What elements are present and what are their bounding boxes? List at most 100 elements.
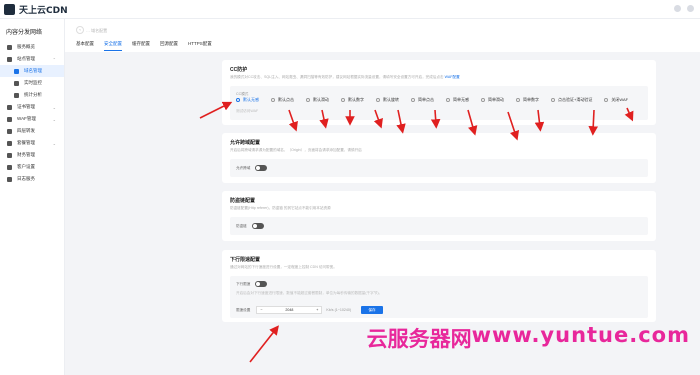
hotlink-toggle[interactable] <box>251 223 264 229</box>
finance-icon <box>7 152 12 158</box>
package-icon <box>7 140 12 146</box>
logo[interactable]: 天上云CDN <box>4 3 68 16</box>
domain-icon <box>14 68 19 74</box>
sidebar-item-monitor[interactable]: 实时监控 <box>0 77 64 89</box>
ratelimit-toggle-row: 下行限速 <box>236 281 268 287</box>
tab-bar: 基本配置 安全配置 缓存配置 回源配置 HTTPS配置 <box>76 41 212 51</box>
hotlink-panel: 防盗链 <box>230 217 648 235</box>
radio-dot <box>341 98 345 102</box>
customer-icon <box>7 164 12 170</box>
radio-dot <box>236 98 240 102</box>
sidebar-item-cert[interactable]: 证书管理 ⌄ <box>0 101 64 113</box>
radio-option[interactable]: 简单无感 <box>446 97 469 103</box>
watermark-cn: 云服务器网 <box>366 327 472 351</box>
logo-icon <box>4 4 15 15</box>
cc-desc: 我的模式对CC攻击、SQL注入、网站爬虫、漏洞扫描等有效防护，建议网站根据实际流… <box>230 75 460 79</box>
cors-desc: 开启后将跨域请求源为配置的域名，（Origin），页面将会请求添加配置，请慎开启 <box>230 148 362 152</box>
cors-toggle-label: 允许跨域 <box>236 165 251 170</box>
hotlink-desc: 防盗链配置(Http referer)，防盗链 的其它站点不能引用本站资源 <box>230 206 331 210</box>
radio-option[interactable]: 简单滑动 <box>481 97 504 103</box>
back-icon[interactable]: ‹ <box>76 26 84 34</box>
user-icon[interactable] <box>674 5 681 12</box>
top-right-actions <box>674 5 694 12</box>
cc-radio-group: 默认无感 默认点击 默认滑动 默认数字 默认旋转 简单点击 简单无感 简单滑动 … <box>236 97 640 103</box>
cors-card: 允许跨域配置 开启后将跨域请求源为配置的域名，（Origin），页面将会请求添加… <box>222 133 656 183</box>
page-header: ‹ … 域名配置 基本配置 安全配置 缓存配置 回源配置 HTTPS配置 <box>65 19 700 52</box>
ratelimit-value[interactable]: 2048 <box>285 308 293 312</box>
avatar[interactable] <box>687 5 694 12</box>
radio-dot <box>271 98 275 102</box>
chevron-down-icon: ⌄ <box>52 141 56 146</box>
radio-dot <box>446 98 450 102</box>
hotlink-toggle-label: 防盗链 <box>236 223 247 228</box>
plus-icon[interactable]: + <box>316 308 318 312</box>
cors-toggle-row: 允许跨域 <box>236 165 268 171</box>
tab-cache[interactable]: 缓存配置 <box>132 41 150 51</box>
minus-icon[interactable]: − <box>260 308 262 312</box>
ratelimit-stepper[interactable]: − 2048 + <box>256 306 323 314</box>
ratelimit-row: 限速设置 − 2048 + Kb/s (1~10240) 保存 <box>236 306 384 314</box>
tab-origin[interactable]: 回源配置 <box>160 41 178 51</box>
sidebar-title: 内容分发网络 <box>6 30 43 36</box>
overview-icon <box>7 44 12 50</box>
cors-toggle[interactable] <box>255 165 268 171</box>
sidebar-item-l4[interactable]: 四层转发 <box>0 125 64 137</box>
radio-option[interactable]: 点击验证+滑动验证 <box>551 97 592 103</box>
hotlink-card: 防盗链配置 防盗链配置(Http referer)，防盗链 的其它站点不能引用本… <box>222 191 656 241</box>
save-button[interactable]: 保存 <box>361 306 384 314</box>
radio-dot <box>306 98 310 102</box>
radio-option[interactable]: 默认点击 <box>271 97 294 103</box>
ratelimit-toggle-label: 下行限速 <box>236 281 251 286</box>
ratelimit-panel: 下行限速 开启后会对下行速度进行限速，数值不能超过套餐限制，单位为每秒传输的数据… <box>230 276 648 318</box>
radio-option[interactable]: 默认无感 <box>236 97 259 103</box>
ratelimit-unit: Kb/s (1~10240) <box>326 308 352 312</box>
hotlink-title: 防盗链配置 <box>230 198 256 204</box>
tab-security[interactable]: 安全配置 <box>104 41 122 51</box>
ratelimit-desc: 通过对网站的下行速度进行设置，一定程度上控制 CDN 访问带宽。 <box>230 265 337 269</box>
stats-icon <box>14 92 19 98</box>
ratelimit-card: 下行限速配置 通过对网站的下行速度进行设置，一定程度上控制 CDN 访问带宽。 … <box>222 250 656 322</box>
radio-dot <box>551 98 555 102</box>
hotlink-toggle-row: 防盗链 <box>236 223 264 229</box>
cors-panel: 允许跨域 <box>230 159 648 177</box>
sidebar-item-overview[interactable]: 服务概览 <box>0 41 64 53</box>
domain-name: … 域名配置 <box>86 28 108 33</box>
waf-icon <box>7 116 12 122</box>
cc-options-panel: CC模式 默认无感 默认点击 默认滑动 默认数字 默认旋转 简单点击 简单无感 … <box>230 86 648 120</box>
cc-card: CC防护 我的模式对CC攻击、SQL注入、网站爬虫、漏洞扫描等有效防护，建议网站… <box>222 60 656 125</box>
forward-icon <box>7 128 12 134</box>
radio-option[interactable]: 简单点击 <box>411 97 434 103</box>
tab-https[interactable]: HTTPS配置 <box>188 41 212 51</box>
radio-dot <box>376 98 380 102</box>
tab-basic[interactable]: 基本配置 <box>76 41 94 51</box>
sidebar-item-stats[interactable]: 统计分析 <box>0 89 64 101</box>
radio-dot <box>604 98 609 102</box>
watermark-url: www.yuntue.com <box>471 323 690 347</box>
monitor-icon <box>14 80 19 86</box>
top-bar: 天上云CDN <box>0 0 700 19</box>
radio-option[interactable]: 默认旋转 <box>376 97 399 103</box>
sidebar-item-site[interactable]: 站点管理 ⌃ <box>0 53 64 65</box>
sidebar-item-finance[interactable]: 财务管理 <box>0 149 64 161</box>
radio-option[interactable]: 默认数字 <box>341 97 364 103</box>
chevron-down-icon: ⌄ <box>52 105 56 110</box>
sidebar-item-customer[interactable]: 客户设置 <box>0 161 64 173</box>
sidebar-item-domain[interactable]: 域名管理 <box>0 65 64 77</box>
chevron-down-icon: ⌄ <box>52 117 56 122</box>
radio-option[interactable]: 默认滑动 <box>306 97 329 103</box>
ratelimit-toggle[interactable] <box>255 281 268 287</box>
ratelimit-field-label: 限速设置 <box>236 307 251 312</box>
ratelimit-hint: 开启后会对下行速度进行限速，数值不能超过套餐限制，单位为每秒传输的数据量(千字节… <box>236 291 383 295</box>
cc-hint: 测试访问WAF <box>236 109 259 113</box>
radio-option[interactable]: 简单数字 <box>516 97 539 103</box>
sidebar-item-package[interactable]: 套餐管理 ⌄ <box>0 137 64 149</box>
cc-title: CC防护 <box>230 67 248 73</box>
watermark: 云服务器网 www.yuntue.com <box>367 323 690 353</box>
sidebar-item-waf[interactable]: WAF管理 ⌄ <box>0 113 64 125</box>
app-title: 天上云CDN <box>19 6 68 16</box>
radio-dot <box>481 98 485 102</box>
waf-config-link[interactable]: WAF配置 <box>445 75 460 79</box>
radio-option[interactable]: 关闭WAF <box>604 97 628 103</box>
radio-dot <box>411 98 415 102</box>
sidebar-item-log[interactable]: 日志服务 <box>0 173 64 185</box>
